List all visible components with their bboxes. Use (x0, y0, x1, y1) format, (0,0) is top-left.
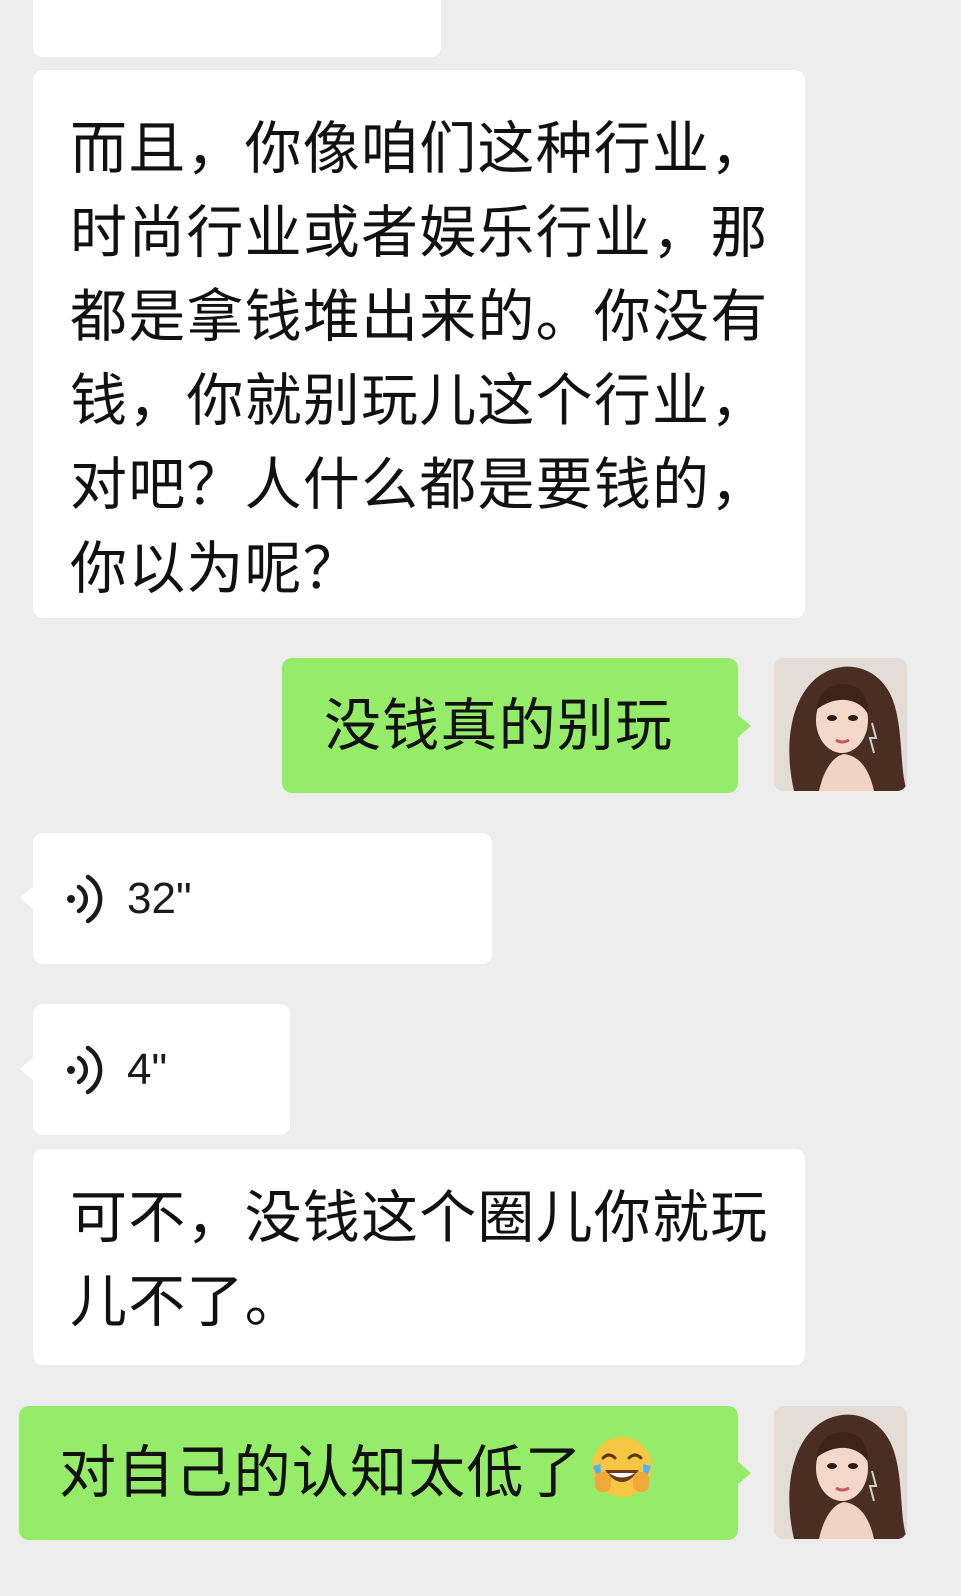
bubble-tail (20, 886, 34, 910)
voice-wave-icon (67, 1045, 103, 1094)
message-bubble-incoming[interactable]: 可不，没钱这个圈儿你就玩儿不了。 (33, 1149, 805, 1365)
voice-wave-icon (67, 874, 103, 923)
voice-message-bubble[interactable]: 4" (20, 1004, 290, 1135)
voice-duration: 32" (127, 873, 192, 923)
avatar[interactable] (774, 1406, 907, 1539)
bubble-tail (737, 714, 751, 738)
bubble-tail (737, 1461, 751, 1485)
avatar-image (774, 658, 907, 791)
message-text: 没钱真的别玩 (324, 692, 674, 759)
crying-laughing-emoji-icon (591, 1437, 652, 1497)
voice-message-bubble[interactable]: 32" (20, 833, 492, 964)
message-bubble-outgoing[interactable]: 对自己的认知太低了 (19, 1406, 751, 1540)
message-content: 对自己的认知太低了 (59, 1431, 657, 1515)
message-text: 可不，没钱这个圈儿你就玩儿不了。 (70, 1185, 769, 1335)
message-bubble-incoming[interactable]: 而且，你像咱们这种行业，时尚行业或者娱乐行业，那都是拿钱堆出来的。你没有钱，你就… (33, 70, 805, 618)
message-text: 而且，你像咱们这种行业，时尚行业或者娱乐行业，那都是拿钱堆出来的。你没有钱，你就… (70, 116, 769, 602)
message-bubble-outgoing[interactable]: 没钱真的别玩 (282, 658, 751, 793)
avatar[interactable] (774, 658, 907, 791)
avatar-image (774, 1406, 907, 1539)
bubble-tail (20, 1057, 34, 1081)
voice-duration: 4" (127, 1044, 168, 1094)
message-bubble-incoming-partial[interactable] (33, 0, 441, 57)
message-text: 对自己的认知太低了 (59, 1440, 583, 1506)
